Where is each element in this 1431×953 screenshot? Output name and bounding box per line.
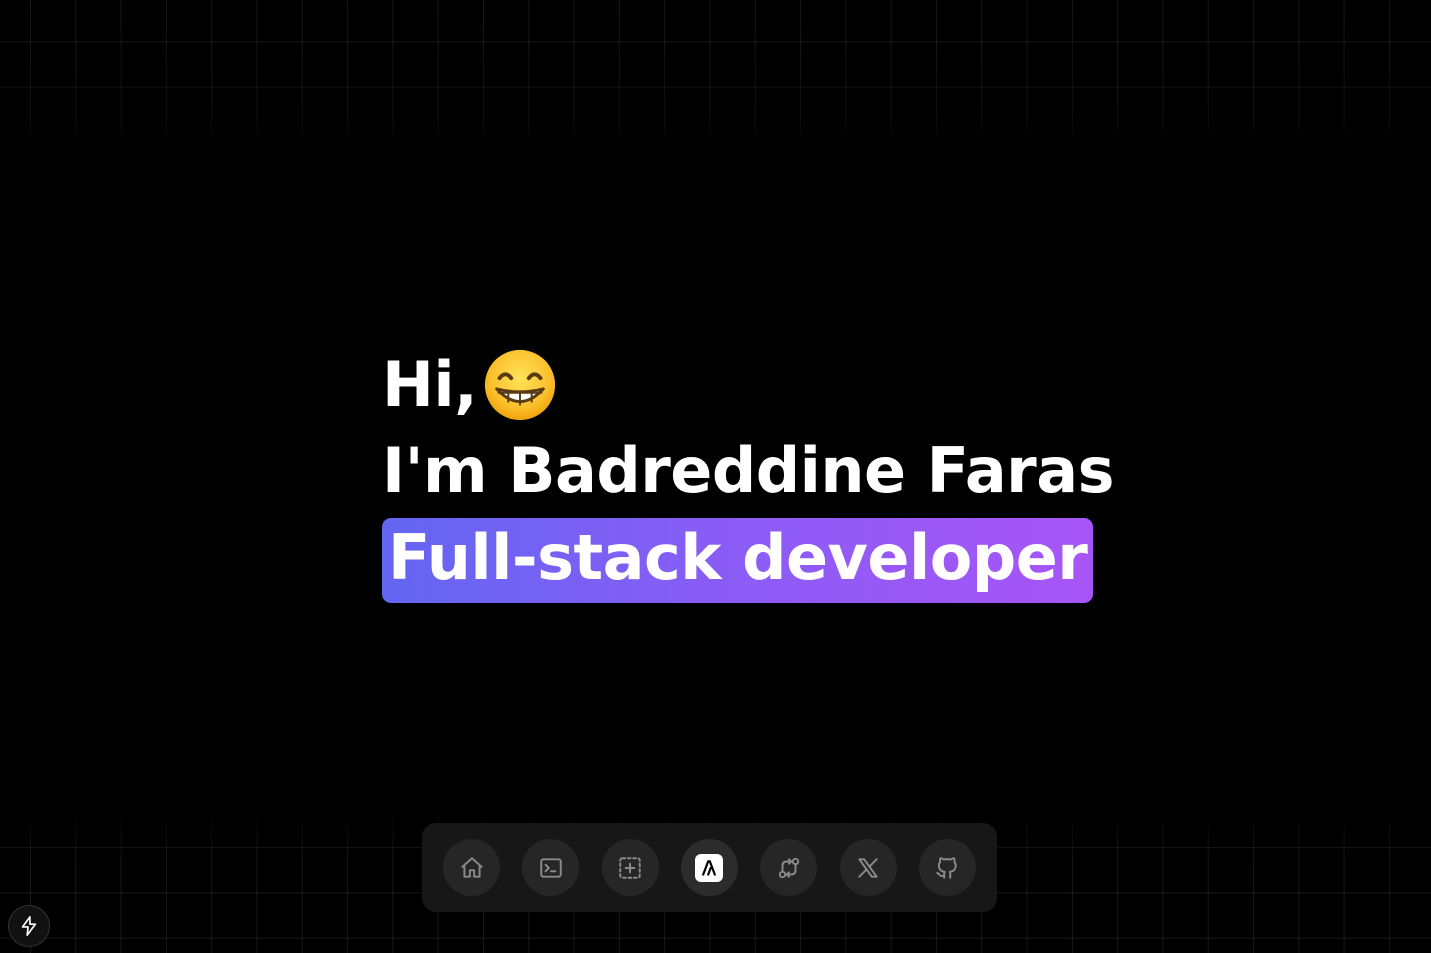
- grinning-face-emoji: [485, 349, 556, 421]
- greeting-text: Hi,: [382, 348, 478, 421]
- dev-tools-badge[interactable]: [8, 905, 50, 947]
- dock-git-button[interactable]: [760, 839, 818, 896]
- role-highlight: Full-stack developer: [382, 518, 1094, 604]
- dock-github-button[interactable]: [918, 839, 976, 896]
- intro-line: I'm Badreddine Faras: [382, 434, 1115, 507]
- dock-terminal-button[interactable]: [522, 839, 580, 896]
- background-grid-top: [0, 0, 1431, 140]
- git-compare-icon: [778, 857, 799, 878]
- home-icon: [460, 856, 483, 878]
- brand-logo-tile: [695, 853, 724, 882]
- brand-logo-icon: [702, 859, 717, 876]
- bolt-icon: [21, 916, 37, 936]
- focus-icon: [619, 856, 641, 879]
- bottom-dock: [422, 823, 997, 912]
- dock-brand-button[interactable]: [680, 839, 738, 896]
- x-twitter-icon: [858, 857, 878, 878]
- terminal-icon: [540, 857, 562, 878]
- dock-projects-button[interactable]: [601, 839, 659, 896]
- dock-home-button[interactable]: [443, 839, 500, 896]
- hero-section: Hi, I'm Badreddine Faras Full-stack deve…: [382, 345, 1115, 604]
- greeting-line: Hi,: [382, 345, 1114, 425]
- github-icon: [936, 856, 958, 879]
- dock-x-button[interactable]: [839, 839, 897, 896]
